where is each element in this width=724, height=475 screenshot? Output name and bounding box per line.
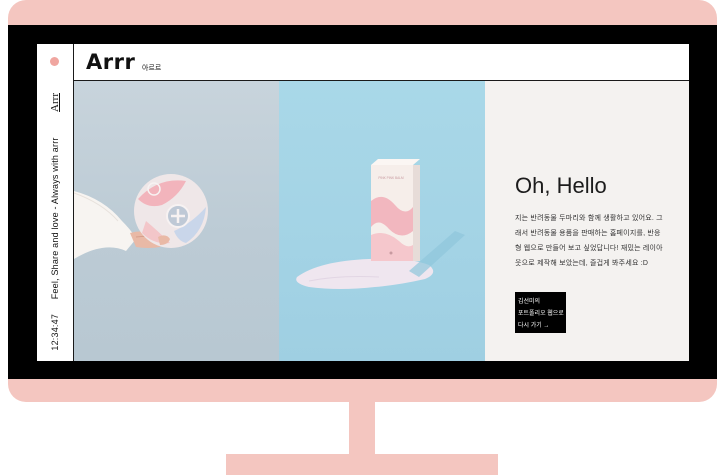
photo-product-box: PINK PINK BALM — [279, 81, 485, 361]
rail-tagline-block: 12:34:47 Feel, Share and love - Always w… — [50, 137, 60, 350]
brand-subtitle: 아르르 — [142, 65, 162, 72]
side-rail: Arrr 12:34:47 Feel, Share and love - Alw… — [37, 44, 74, 361]
rail-tagline: Feel, Share and love - Always with arrr — [50, 137, 60, 300]
portfolio-back-button[interactable]: 김선미의 포트폴리오 웹으로 다시 가기 → — [515, 292, 566, 333]
cta-line-3: 다시 가기 → — [518, 323, 550, 329]
product-box-illustration: PINK PINK BALM — [296, 159, 465, 289]
hero-heading: Oh, Hello — [515, 173, 607, 198]
cta-line-1: 김선미의 — [518, 299, 541, 305]
brand-logo[interactable]: Arrr — [86, 50, 135, 74]
website-screen: Arrr 12:34:47 Feel, Share and love - Alw… — [37, 44, 689, 361]
rail-logo-link[interactable]: Arrr — [49, 93, 61, 112]
intro-panel: Oh, Hello 지는 반려동물 두마리와 함께 생활하고 있어요. 그래서 … — [485, 81, 689, 361]
photo-hand-with-ball — [74, 81, 279, 361]
product-box-label: PINK PINK BALM — [378, 176, 404, 180]
monitor-stand-base — [226, 454, 498, 475]
cta-line-2: 포트폴리오 웹으로 — [518, 311, 564, 317]
hand-ball-illustration — [74, 174, 208, 259]
monitor-stand-neck — [349, 402, 375, 456]
hero-intro-text: 지는 반려동물 두마리와 함께 생활하고 있어요. 그래서 반려동물 용품을 판… — [515, 215, 663, 267]
top-bar: Arrr 아르르 — [74, 44, 689, 81]
clock: 12:34:47 — [50, 313, 60, 351]
menu-dot-icon[interactable] — [50, 57, 59, 66]
